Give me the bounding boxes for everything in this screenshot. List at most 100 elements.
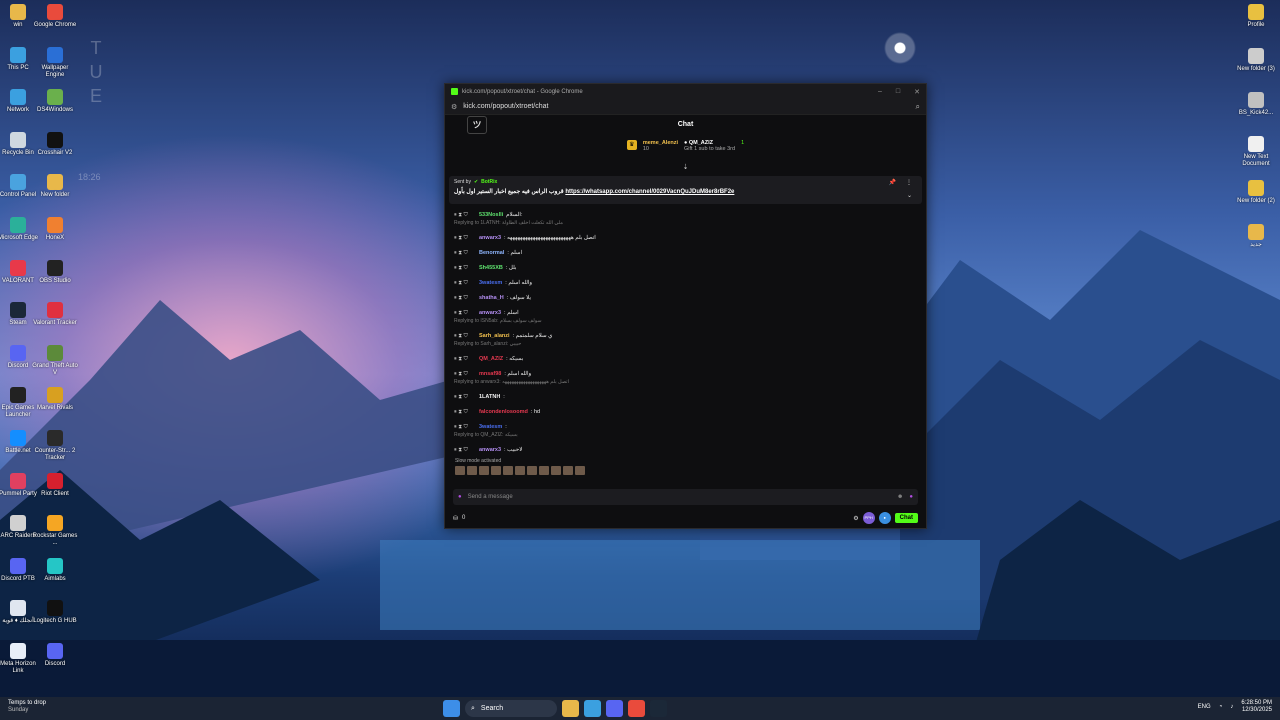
chat-username[interactable]: Sh455XB <box>479 264 503 272</box>
mod-actions-icon[interactable]: ⏸ ⧗ ⛉ <box>454 446 468 454</box>
window-titlebar[interactable]: kick.com/popout/xtroet/chat - Google Chr… <box>445 84 926 99</box>
file-explorer-icon[interactable] <box>562 700 579 717</box>
chat-message[interactable]: ⏸ ⧗ ⛉ anwarx3: اتصل بلم ههههههههههههههههه… <box>454 234 918 242</box>
desktop-shortcut[interactable]: New Text Document <box>1233 134 1279 168</box>
chat-username[interactable]: shatha_H <box>479 294 504 302</box>
desktop-shortcut[interactable]: Discord <box>32 641 78 668</box>
desktop-shortcut[interactable]: ﺟﺪﻳﺪ <box>1233 222 1279 249</box>
emote[interactable] <box>515 466 525 475</box>
pinned-link[interactable]: https://whatsapp.com/channel/0029VacnQuJ… <box>565 189 734 195</box>
extension-icon-2[interactable]: ● <box>878 512 891 524</box>
weather-widget[interactable]: Temps to drop Sunday <box>8 700 46 714</box>
clock[interactable]: 6:28:50 PM 12/30/2025 <box>1241 700 1272 714</box>
more-options-icon[interactable]: ⋮ <box>906 179 912 186</box>
taskbar-search[interactable]: ⌕ Search <box>465 700 557 717</box>
desktop-shortcut[interactable]: Aimlabs <box>32 556 78 583</box>
message-placeholder[interactable]: Send a message <box>468 494 513 500</box>
chat-message[interactable]: ⏸ ⧗ ⛉ shatha_H: يلا سولف <box>454 294 918 302</box>
chat-message[interactable]: ⏸ ⧗ ⛉ 1LATNH: <box>454 393 918 401</box>
popout-home-button[interactable]: ツ <box>467 116 487 134</box>
mod-actions-icon[interactable]: ⏸ ⧗ ⛉ <box>454 423 468 431</box>
chat-message[interactable]: ⏸ ⧗ ⛉ 3watesm: <box>454 423 918 431</box>
mod-actions-icon[interactable]: ⏸ ⧗ ⛉ <box>454 408 468 416</box>
discord-taskbar-icon[interactable] <box>606 700 623 717</box>
desktop-shortcut[interactable]: New folder <box>32 172 78 199</box>
mod-actions-icon[interactable]: ⏸ ⧗ ⛉ <box>454 249 468 257</box>
zoom-icon[interactable]: ⌕ <box>916 102 920 112</box>
emote[interactable] <box>491 466 501 475</box>
steam-taskbar-icon[interactable] <box>650 700 667 717</box>
points-icon[interactable]: ⛁ <box>453 515 458 522</box>
desktop-shortcut[interactable]: BS_Kick42... <box>1233 90 1279 117</box>
emote[interactable] <box>563 466 573 475</box>
chat-username[interactable]: mnsaf98 <box>479 370 501 378</box>
desktop-shortcut[interactable]: Grand Theft Auto V <box>32 343 78 377</box>
reply-context[interactable]: Replying to 1LATNH: ملي الله تكعلت اخلف … <box>454 220 918 227</box>
emote[interactable] <box>551 466 561 475</box>
message-input[interactable]: ● Send a message ☻ ● <box>453 489 918 505</box>
mod-actions-icon[interactable]: ⏸ ⧗ ⛉ <box>454 279 468 287</box>
send-chat-button[interactable]: Chat <box>894 513 918 523</box>
desktop-shortcut[interactable]: Riot Client <box>32 471 78 498</box>
emoji-icon[interactable]: ☻ <box>897 494 903 500</box>
emote[interactable] <box>455 466 465 475</box>
desktop-shortcut[interactable]: Valorant Tracker <box>32 300 78 327</box>
desktop-shortcut[interactable]: New folder (3) <box>1233 46 1279 73</box>
wifi-icon[interactable]: ◔ <box>1219 704 1223 711</box>
desktop-shortcut[interactable]: Google Chrome <box>32 2 78 29</box>
chat-message[interactable]: ⏸ ⧗ ⛉ 3watesm: والله اسلم <box>454 279 918 287</box>
mod-actions-icon[interactable]: ⏸ ⧗ ⛉ <box>454 264 468 272</box>
chevron-down-icon[interactable]: ⌄ <box>907 192 912 199</box>
pinned-bot-name[interactable]: BotRix <box>481 179 497 185</box>
settings-gear-icon[interactable]: ⚙ <box>853 515 858 522</box>
chat-username[interactable]: falcondenlosoomd <box>479 408 528 416</box>
volume-icon[interactable]: ♪ <box>1230 704 1233 711</box>
chat-username[interactable]: anwarx3 <box>479 234 501 242</box>
desktop-shortcut[interactable]: Profile <box>1233 2 1279 29</box>
close-icon[interactable]: ✕ <box>914 88 920 96</box>
mod-actions-icon[interactable]: ⏸ ⧗ ⛉ <box>454 234 468 242</box>
desktop-shortcut[interactable]: Wallpaper Engine <box>32 45 78 79</box>
start-icon[interactable] <box>443 700 460 717</box>
reply-context[interactable]: Replying to Sarh_alanzi: حبيبي <box>454 341 918 348</box>
emote[interactable] <box>467 466 477 475</box>
reply-context[interactable]: Replying to ISN5ab: سولف سولف بسلام <box>454 318 918 325</box>
desktop-shortcut[interactable]: Rockstar Games ... <box>32 513 78 547</box>
mod-actions-icon[interactable]: ⏸ ⧗ ⛉ <box>454 370 468 378</box>
emote[interactable] <box>479 466 489 475</box>
pin-icon[interactable]: 📌 <box>889 179 896 186</box>
mod-actions-icon[interactable]: ⏸ ⧗ ⛉ <box>454 332 468 340</box>
chat-username[interactable]: 3watesm <box>479 279 502 287</box>
mod-actions-icon[interactable]: ⏸ ⧗ ⛉ <box>454 393 468 401</box>
chat-username[interactable]: QM_AZIZ <box>479 355 503 363</box>
chat-message[interactable]: ⏸ ⧗ ⛉ Sarh_alanzi: ي سلام سلمتمم <box>454 332 918 340</box>
chat-message[interactable]: ⏸ ⧗ ⛉ Sh455XB: بلل <box>454 264 918 272</box>
emote[interactable] <box>575 466 585 475</box>
edge-taskbar-icon[interactable] <box>584 700 601 717</box>
mod-actions-icon[interactable]: ⏸ ⧗ ⛉ <box>454 294 468 302</box>
desktop-shortcut[interactable]: Counter-Str... 2 Tracker <box>32 428 78 462</box>
chat-message-list[interactable]: ⏸ ⧗ ⛉ 533Noslli السلام: Replying to 1LATNH:… <box>445 211 926 454</box>
mod-actions-icon[interactable]: ⏸ ⧗ ⛉ <box>454 309 468 317</box>
chat-username[interactable]: 533Noslli <box>479 211 503 219</box>
chat-message[interactable]: ⏸ ⧗ ⛉ anwarx3: اسلم <box>454 309 918 317</box>
emote[interactable] <box>539 466 549 475</box>
language-indicator[interactable]: ENG <box>1198 704 1211 711</box>
url-text[interactable]: kick.com/popout/xtroet/chat <box>463 103 548 110</box>
minimize-icon[interactable]: – <box>878 88 882 96</box>
mod-actions-icon[interactable]: ⏸ ⧗ ⛉ <box>454 211 468 219</box>
mod-actions-icon[interactable]: ⏸ ⧗ ⛉ <box>454 355 468 363</box>
chat-username[interactable]: Sarh_alanzi <box>479 332 510 340</box>
desktop-shortcut[interactable]: OBS Studio <box>32 258 78 285</box>
chat-username[interactable]: 3watesm <box>479 423 502 431</box>
desktop-shortcut[interactable]: DS4Windows <box>32 87 78 114</box>
emote[interactable] <box>527 466 537 475</box>
chat-username[interactable]: anwarx3 <box>479 446 501 454</box>
kick-emote-icon[interactable]: ● <box>909 494 913 500</box>
chrome-taskbar-icon[interactable] <box>628 700 645 717</box>
chat-username[interactable]: 1LATNH <box>479 393 500 401</box>
chat-username[interactable]: Benormal <box>479 249 504 257</box>
expand-leaderboard-icon[interactable]: ⇣ <box>445 164 926 172</box>
emote-strip[interactable] <box>455 466 926 475</box>
desktop-shortcut[interactable]: Marvel Rivals <box>32 385 78 412</box>
